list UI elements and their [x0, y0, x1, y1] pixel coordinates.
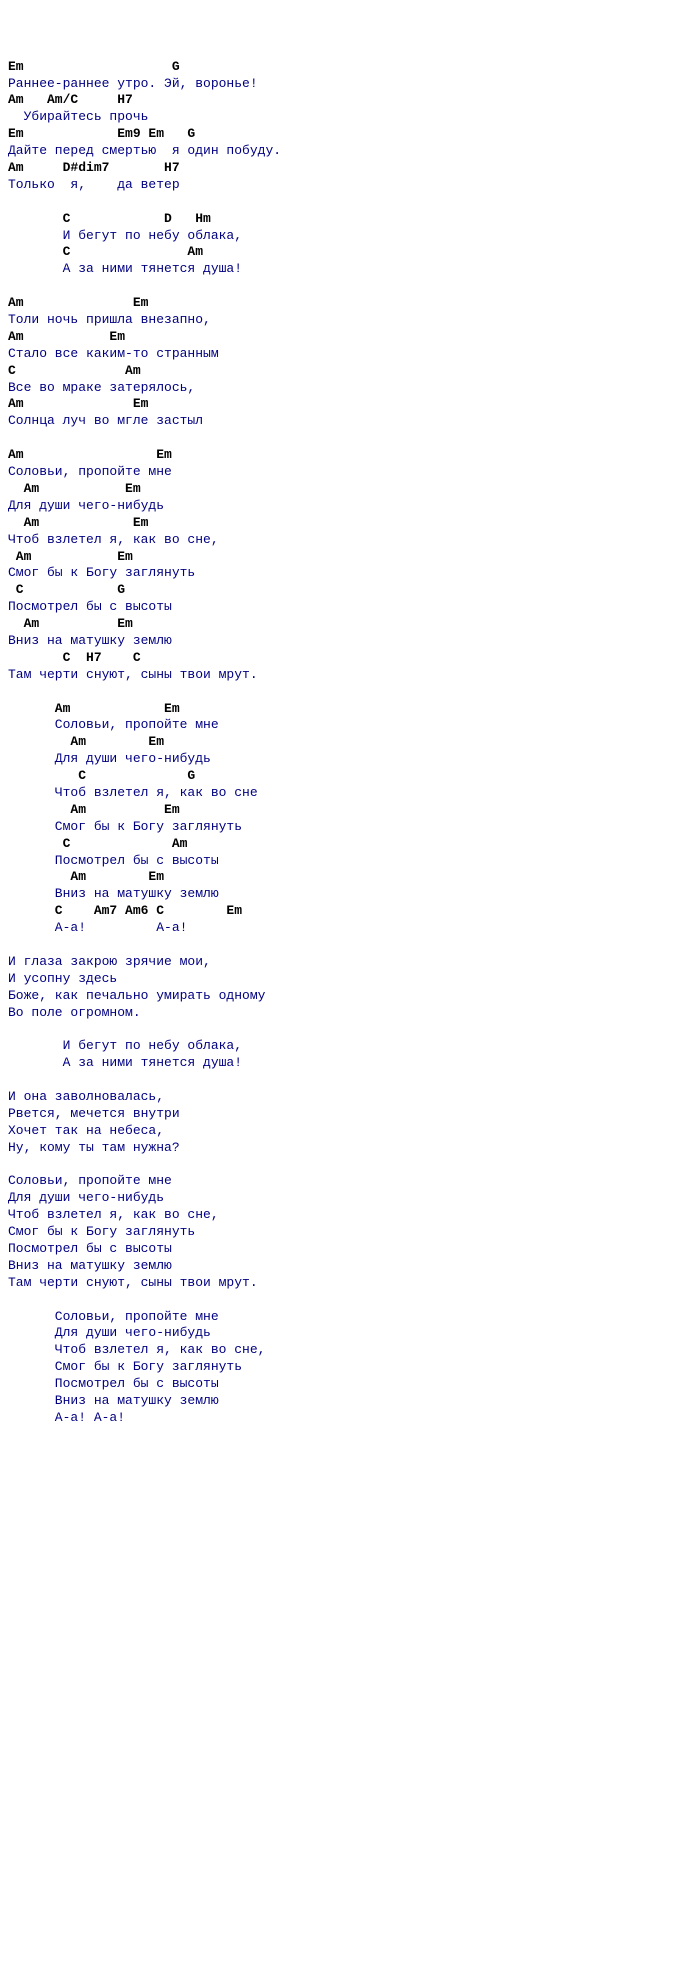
lyric-line: Вниз на матушку землю [8, 1258, 692, 1275]
blank-line [8, 1157, 692, 1174]
lyric-line: И она заволновалась, [8, 1089, 692, 1106]
lyric-line: Для души чего-нибудь [8, 1190, 692, 1207]
lyric-line: Вниз на матушку землю [8, 1393, 692, 1410]
chord-line: Am Em [8, 447, 692, 464]
blank-line [8, 1072, 692, 1089]
lyric-line: Толи ночь пришла внезапно, [8, 312, 692, 329]
chord-line: C D Hm [8, 211, 692, 228]
lyric-line: Дайте перед смертью я один побуду. [8, 143, 692, 160]
chord-line: Am Em [8, 515, 692, 532]
lyric-line: Боже, как печально умирать одному [8, 988, 692, 1005]
lyric-line: Убирайтесь прочь [8, 109, 692, 126]
lyric-line: Ну, кому ты там нужна? [8, 1140, 692, 1157]
chord-line: Em G [8, 59, 692, 76]
chord-line: C Am [8, 363, 692, 380]
chord-line: C G [8, 582, 692, 599]
lyric-line: И бегут по небу облака, [8, 228, 692, 245]
lyric-line: Чтоб взлетел я, как во сне, [8, 1342, 692, 1359]
lyric-line: Чтоб взлетел я, как во сне [8, 785, 692, 802]
chord-line: C H7 C [8, 650, 692, 667]
chord-line: C Am7 Am6 C Em [8, 903, 692, 920]
lyric-line: И бегут по небу облака, [8, 1038, 692, 1055]
lyric-line: И усопну здесь [8, 971, 692, 988]
lyric-line: Только я, да ветер [8, 177, 692, 194]
lyric-line: Соловьи, пропойте мне [8, 1173, 692, 1190]
chord-line: Am Am/C H7 [8, 92, 692, 109]
blank-line [8, 194, 692, 211]
lyric-line: Хочет так на небеса, [8, 1123, 692, 1140]
chord-line: Am Em [8, 802, 692, 819]
blank-line [8, 684, 692, 701]
chord-line: C Am [8, 836, 692, 853]
lyric-line: А-а! А-а! [8, 1410, 692, 1427]
lyric-line: Соловьи, пропойте мне [8, 464, 692, 481]
lyric-line: Для души чего-нибудь [8, 751, 692, 768]
lyric-line: Смог бы к Богу заглянуть [8, 1224, 692, 1241]
lyric-line: Солнца луч во мгле застыл [8, 413, 692, 430]
blank-line [8, 1292, 692, 1309]
chord-line: Am Em [8, 329, 692, 346]
chord-line: Am Em [8, 869, 692, 886]
lyric-line: Вниз на матушку землю [8, 886, 692, 903]
lyric-line: Смог бы к Богу заглянуть [8, 1359, 692, 1376]
lyric-line: Соловьи, пропойте мне [8, 717, 692, 734]
lyric-line: Чтоб взлетел я, как во сне, [8, 1207, 692, 1224]
chord-line: C G [8, 768, 692, 785]
chord-line: Am Em [8, 549, 692, 566]
lyric-line: Чтоб взлетел я, как во сне, [8, 532, 692, 549]
lyric-line: Вниз на матушку землю [8, 633, 692, 650]
chord-line: Am Em [8, 616, 692, 633]
chord-line: Am Em [8, 734, 692, 751]
lyric-line: Для души чего-нибудь [8, 498, 692, 515]
lyric-line: Посмотрел бы с высоты [8, 853, 692, 870]
chord-line: Am D#dim7 H7 [8, 160, 692, 177]
chord-line: Am Em [8, 295, 692, 312]
lyric-line: Смог бы к Богу заглянуть [8, 819, 692, 836]
lyric-line: Смог бы к Богу заглянуть [8, 565, 692, 582]
lyric-line: Посмотрел бы с высоты [8, 1241, 692, 1258]
chord-line: Am Em [8, 396, 692, 413]
chord-line: Em Em9 Em G [8, 126, 692, 143]
chord-line: Am Em [8, 481, 692, 498]
lyric-line: Все во мраке затерялось, [8, 380, 692, 397]
lyric-line: Там черти снуют, сыны твои мрут. [8, 1275, 692, 1292]
blank-line [8, 278, 692, 295]
lyric-line: Посмотрел бы с высоты [8, 1376, 692, 1393]
lyric-line: Раннее-раннее утро. Эй, воронье! [8, 76, 692, 93]
lyric-line: Во поле огромном. [8, 1005, 692, 1022]
lyric-line: А за ними тянется душа! [8, 1055, 692, 1072]
lyric-line: Стало все каким-то странным [8, 346, 692, 363]
lyric-line: Для души чего-нибудь [8, 1325, 692, 1342]
lyric-line: А-а! А-а! [8, 920, 692, 937]
blank-line [8, 937, 692, 954]
lyric-line: Соловьи, пропойте мне [8, 1309, 692, 1326]
blank-line [8, 1021, 692, 1038]
lyric-line: Посмотрел бы с высоты [8, 599, 692, 616]
lyric-line: Там черти снуют, сыны твои мрут. [8, 667, 692, 684]
chord-line: C Am [8, 244, 692, 261]
blank-line [8, 430, 692, 447]
lyric-line: А за ними тянется душа! [8, 261, 692, 278]
lyric-line: Рвется, мечется внутри [8, 1106, 692, 1123]
song-lyrics-container: Em GРаннее-раннее утро. Эй, воронье!Am A… [8, 59, 692, 1427]
lyric-line: И глаза закрою зрячие мои, [8, 954, 692, 971]
chord-line: Am Em [8, 701, 692, 718]
